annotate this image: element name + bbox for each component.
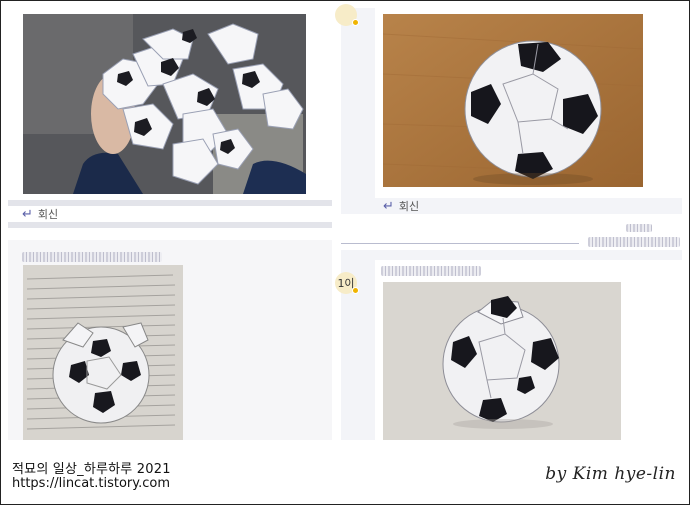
blurred-author-name-2 — [626, 224, 652, 232]
author-signature: by Kim hye-lin — [545, 464, 676, 484]
comment-card-top-right: ↵ 회신 — [335, 4, 682, 214]
blog-url[interactable]: https://lincat.tistory.com — [12, 476, 170, 491]
paper-net-illustration — [23, 14, 306, 194]
badge-dot-icon — [352, 287, 359, 294]
soccer-ball-table-illustration — [383, 282, 621, 440]
reply-arrow-icon: ↵ — [383, 198, 394, 214]
reply-button-top-left[interactable]: ↵ 회신 — [22, 206, 58, 222]
reply-label: 회신 — [37, 208, 59, 221]
avatar — [335, 4, 359, 26]
blurred-author-name — [588, 237, 680, 247]
blog-title: 적묘의 일상_하루하루 2021 — [12, 462, 171, 477]
comment-card-top-left: ↵ 회신 — [8, 8, 332, 228]
blurred-author-name — [22, 252, 162, 262]
photo-soccer-ball-table — [383, 282, 621, 440]
reply-button-top-right[interactable]: ↵ 회신 — [383, 198, 419, 214]
photo-paper-net-held — [23, 14, 306, 194]
blurred-author-name — [381, 266, 481, 276]
comment-card-bottom-left — [8, 240, 332, 440]
card-bottom-bar — [8, 222, 332, 228]
section-divider — [341, 243, 579, 244]
soccer-ball-illustration — [383, 14, 643, 187]
reply-label: 회신 — [398, 200, 420, 213]
reply-arrow-icon: ↵ — [22, 206, 33, 222]
comment-card-bottom-right: 1이 — [335, 250, 682, 440]
avatar: 1이 — [335, 272, 359, 294]
watermark-footer: 적묘의 일상_하루하루 2021 https://lincat.tistory.… — [8, 440, 682, 498]
soccer-ball-book-illustration — [23, 265, 183, 440]
photo-soccer-ball-on-book — [23, 265, 183, 440]
badge-dot-icon — [352, 19, 359, 26]
photo-soccer-ball-wood — [383, 14, 643, 187]
